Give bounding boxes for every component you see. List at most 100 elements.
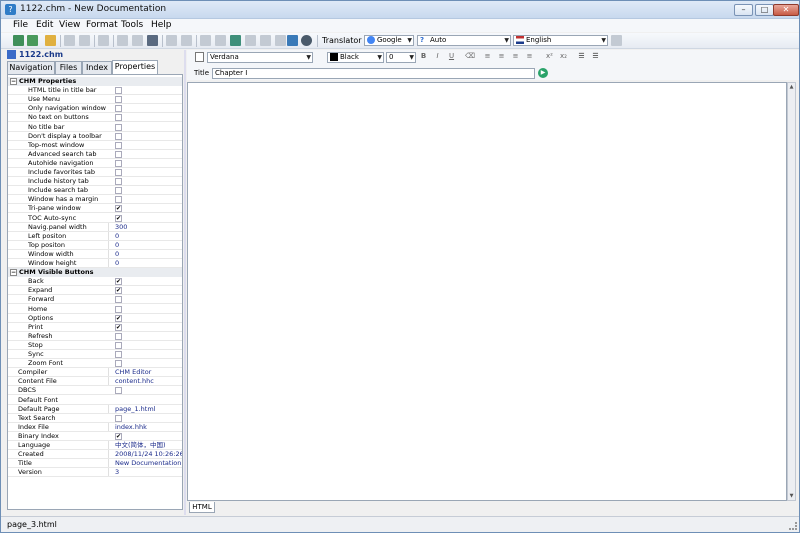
- property-row[interactable]: Title New Documentation: [8, 459, 182, 469]
- open-folder-icon[interactable]: [45, 35, 56, 46]
- property-row[interactable]: Autohide navigation: [8, 159, 182, 168]
- collapse-icon[interactable]: −: [10, 269, 17, 277]
- align-center-icon[interactable]: ≡: [497, 52, 506, 61]
- property-value[interactable]: 0: [108, 259, 182, 267]
- panel-splitter[interactable]: [184, 50, 186, 515]
- insert-link-icon[interactable]: [260, 35, 271, 46]
- forward-arrow-icon[interactable]: [79, 35, 90, 46]
- property-row[interactable]: Home: [8, 305, 182, 314]
- back-arrow-icon[interactable]: [64, 35, 75, 46]
- property-row[interactable]: No text on buttons: [8, 113, 182, 123]
- property-row[interactable]: Include history tab: [8, 177, 182, 187]
- property-checkbox[interactable]: [115, 123, 122, 131]
- tab-navigation[interactable]: Navigation: [7, 61, 55, 74]
- property-row[interactable]: Don't display a toolbar: [8, 132, 182, 141]
- insert-table-icon[interactable]: [275, 35, 286, 46]
- menu-format[interactable]: Format: [86, 20, 118, 30]
- property-row[interactable]: Use Menu: [8, 95, 182, 105]
- property-checkbox[interactable]: [115, 159, 122, 167]
- property-row[interactable]: Sync: [8, 350, 182, 359]
- editor-scrollbar[interactable]: ▲ ▼: [787, 82, 796, 501]
- font-size-select[interactable]: 0 ▼: [386, 52, 416, 63]
- redo-icon[interactable]: [181, 35, 192, 46]
- property-checkbox[interactable]: [115, 296, 122, 304]
- menu-edit[interactable]: Edit: [36, 20, 53, 30]
- property-checkbox[interactable]: [115, 187, 122, 195]
- title-input[interactable]: Chapter I: [212, 68, 535, 79]
- scroll-down-icon[interactable]: ▼: [788, 492, 795, 500]
- property-checkbox[interactable]: [115, 132, 122, 140]
- property-row[interactable]: Top positon 0: [8, 240, 182, 250]
- property-row[interactable]: Forward: [8, 295, 182, 305]
- property-category[interactable]: − CHM Properties: [8, 77, 182, 86]
- property-row[interactable]: Include search tab: [8, 186, 182, 196]
- property-row[interactable]: Default Font: [8, 396, 182, 405]
- save-icon[interactable]: [27, 35, 38, 46]
- font-color-select[interactable]: Black ▼: [327, 52, 384, 63]
- property-row[interactable]: Window width 0: [8, 249, 182, 259]
- property-row[interactable]: No title bar: [8, 123, 182, 132]
- collapse-icon[interactable]: −: [10, 78, 17, 85]
- grid-icon[interactable]: [287, 35, 298, 46]
- align-right-icon[interactable]: ≡: [511, 52, 520, 61]
- chm-app-icon[interactable]: ?: [5, 4, 16, 15]
- tab-html[interactable]: HTML: [189, 502, 215, 513]
- align-left-icon[interactable]: ≡: [483, 52, 492, 61]
- property-value[interactable]: 3: [108, 468, 182, 477]
- close-button[interactable]: ✕: [773, 4, 799, 16]
- menu-help[interactable]: Help: [151, 20, 172, 30]
- bold-icon[interactable]: B: [419, 52, 428, 61]
- property-row[interactable]: Expand ✔: [8, 286, 182, 296]
- numbered-list-icon[interactable]: ☰: [577, 52, 586, 61]
- html-editor-area[interactable]: [187, 82, 787, 501]
- apply-title-icon[interactable]: ▶: [538, 68, 548, 78]
- property-row[interactable]: Version 3: [8, 468, 182, 478]
- font-family-select[interactable]: Verdana ▼: [207, 52, 313, 63]
- copy-icon[interactable]: [132, 35, 143, 46]
- property-checkbox[interactable]: [115, 414, 122, 422]
- tab-properties[interactable]: Properties: [112, 60, 158, 74]
- property-row[interactable]: DBCS: [8, 386, 182, 396]
- property-row[interactable]: Created 2008/11/24 10:26:26: [8, 450, 182, 460]
- property-value[interactable]: 中文(简体，中国): [108, 441, 182, 449]
- property-row[interactable]: Print ✔: [8, 323, 182, 332]
- property-value[interactable]: CHM Editor: [108, 368, 182, 377]
- property-checkbox[interactable]: [115, 196, 122, 204]
- property-row[interactable]: Window height 0: [8, 259, 182, 268]
- source-language-select[interactable]: ? Auto ▼: [417, 35, 511, 46]
- property-row[interactable]: Navig.panel width 300: [8, 222, 182, 232]
- property-row[interactable]: Top-most window: [8, 141, 182, 150]
- property-value[interactable]: page_1.html: [108, 404, 182, 413]
- property-value[interactable]: 0: [108, 249, 182, 258]
- property-row[interactable]: Window has a margin: [8, 195, 182, 205]
- property-row[interactable]: Only navigation window: [8, 104, 182, 114]
- scroll-up-icon[interactable]: ▲: [788, 83, 795, 91]
- settings-gear-icon[interactable]: [301, 35, 312, 46]
- property-row[interactable]: Language 中文(简体，中国): [8, 441, 182, 450]
- resize-grip[interactable]: [789, 522, 797, 530]
- property-checkbox[interactable]: [115, 114, 122, 122]
- underline-icon[interactable]: U: [447, 52, 456, 61]
- property-row[interactable]: Content File content.hhc: [8, 377, 182, 387]
- property-row[interactable]: Stop: [8, 341, 182, 350]
- property-row[interactable]: Index File index.hhk: [8, 422, 182, 432]
- property-checkbox[interactable]: ✔: [115, 323, 122, 331]
- target-language-select[interactable]: English ▼: [513, 35, 608, 46]
- property-value[interactable]: content.hhc: [108, 377, 182, 386]
- property-checkbox[interactable]: [115, 360, 122, 368]
- tab-index[interactable]: Index: [82, 61, 112, 74]
- property-value[interactable]: 300: [108, 222, 182, 231]
- property-checkbox[interactable]: [115, 332, 122, 340]
- menu-file[interactable]: File: [13, 20, 28, 30]
- property-row[interactable]: Compiler CHM Editor: [8, 368, 182, 378]
- subscript-icon[interactable]: x₂: [559, 52, 568, 61]
- property-checkbox[interactable]: [115, 387, 122, 395]
- property-value[interactable]: 0: [108, 231, 182, 240]
- tab-files[interactable]: Files: [55, 61, 82, 74]
- property-checkbox[interactable]: ✔: [115, 314, 122, 322]
- italic-icon[interactable]: I: [433, 52, 442, 61]
- property-row[interactable]: Left positon 0: [8, 231, 182, 241]
- property-row[interactable]: Options ✔: [8, 314, 182, 323]
- property-row[interactable]: Advanced search tab: [8, 150, 182, 159]
- property-row[interactable]: Refresh: [8, 332, 182, 341]
